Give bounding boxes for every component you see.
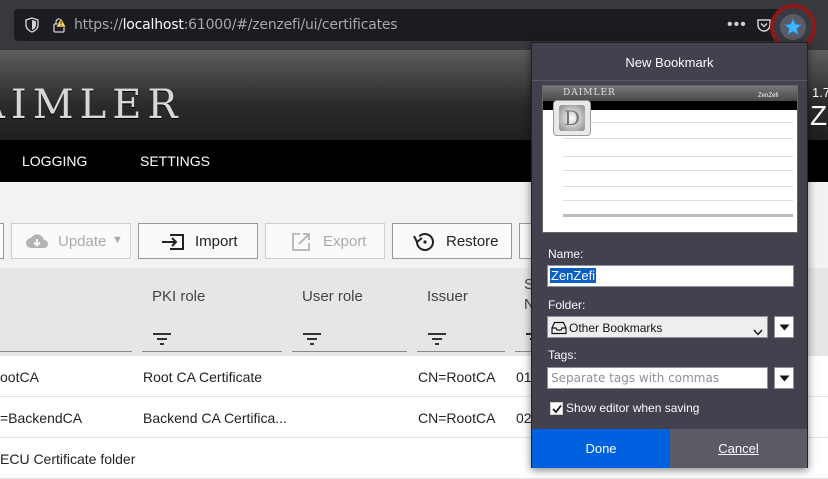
url-bar[interactable]: https://localhost:61000/#/zenzefi/ui/cer… bbox=[14, 9, 808, 41]
cell-subject: ECU Certificate folder bbox=[0, 451, 136, 467]
filter-subject[interactable] bbox=[0, 324, 132, 352]
preview-favicon: D bbox=[553, 100, 591, 136]
filter-pki-role[interactable] bbox=[142, 324, 282, 352]
cell-subject: =BackendCA bbox=[0, 410, 83, 426]
toolbar-button-partial[interactable] bbox=[0, 223, 4, 259]
cancel-button-label: Cancel bbox=[718, 441, 759, 456]
tags-input-wrapper bbox=[547, 367, 768, 389]
cloud-download-icon bbox=[25, 232, 49, 254]
insecure-lock-icon[interactable] bbox=[51, 17, 67, 33]
column-header-pki-role[interactable]: PKI role bbox=[152, 288, 205, 305]
url-host: localhost bbox=[122, 17, 184, 33]
cell-pki-role: Root CA Certificate bbox=[143, 369, 263, 385]
favicon-letter: D bbox=[559, 105, 585, 131]
preview-line bbox=[563, 200, 793, 201]
folder-select[interactable]: Other Bookmarks bbox=[547, 316, 768, 338]
chevron-down-icon bbox=[753, 323, 763, 341]
app-version: 1.7 bbox=[812, 85, 828, 100]
done-button[interactable]: Done bbox=[532, 429, 670, 468]
url-path: :61000/#/zenzefi/ui/certificates bbox=[183, 17, 398, 33]
cell-pki-role: Backend CA Certifica... bbox=[143, 410, 287, 426]
checkmark-icon bbox=[552, 404, 562, 414]
update-button[interactable]: Update ▼ bbox=[11, 223, 131, 259]
column-header-user-role[interactable]: User role bbox=[302, 288, 363, 305]
preview-brand: DAIMLER bbox=[563, 88, 616, 98]
new-bookmark-panel: New Bookmark DAIMLER ZenZefi D Name: Zen… bbox=[531, 42, 808, 468]
column-header-issuer[interactable]: Issuer bbox=[427, 288, 468, 305]
preview-title: ZenZefi bbox=[758, 93, 779, 99]
cancel-button[interactable]: Cancel bbox=[670, 429, 807, 468]
bookmark-star-button[interactable] bbox=[780, 14, 806, 40]
filter-icon bbox=[428, 333, 446, 345]
cell-subject: ootCA bbox=[0, 369, 39, 385]
panel-divider bbox=[532, 80, 807, 81]
page-actions-menu-icon[interactable]: ••• bbox=[727, 16, 747, 34]
preview-line bbox=[563, 138, 793, 139]
cell-serial: 01 bbox=[516, 369, 532, 385]
page-preview-thumbnail: DAIMLER ZenZefi D bbox=[542, 85, 798, 233]
url-scheme: https:// bbox=[74, 17, 123, 33]
import-button-label: Import bbox=[195, 233, 238, 250]
preview-line bbox=[563, 122, 793, 123]
expand-arrow-icon bbox=[779, 324, 790, 331]
expand-arrow-icon bbox=[779, 375, 790, 382]
filter-icon bbox=[303, 333, 321, 345]
folder-select-value: Other Bookmarks bbox=[569, 321, 663, 335]
filter-user-role[interactable] bbox=[292, 324, 407, 352]
dropdown-caret-icon: ▼ bbox=[112, 234, 123, 246]
show-editor-checkbox[interactable] bbox=[550, 402, 563, 415]
name-label: Name: bbox=[548, 247, 584, 261]
nav-logging[interactable]: LOGGING bbox=[22, 153, 87, 169]
expand-tags-button[interactable] bbox=[774, 367, 794, 389]
restore-button[interactable]: Restore bbox=[392, 223, 512, 259]
folder-tray-icon bbox=[551, 321, 567, 340]
shield-icon[interactable] bbox=[24, 17, 40, 33]
star-icon bbox=[784, 18, 802, 36]
bookmark-name-value: ZenZefi bbox=[550, 268, 597, 283]
preview-line bbox=[563, 156, 793, 157]
export-button-label: Export bbox=[323, 233, 367, 250]
preview-scrollbar bbox=[563, 214, 793, 217]
bookmark-name-input[interactable]: ZenZefi bbox=[547, 265, 794, 287]
update-button-label: Update bbox=[58, 233, 107, 250]
url-text[interactable]: https://localhost:61000/#/zenzefi/ui/cer… bbox=[74, 17, 398, 33]
preview-line bbox=[563, 170, 793, 171]
tags-label: Tags: bbox=[548, 348, 577, 362]
app-title: ZN bbox=[810, 100, 828, 131]
export-icon bbox=[291, 232, 311, 256]
import-icon bbox=[161, 233, 185, 255]
export-button[interactable]: Export bbox=[265, 223, 385, 259]
cell-serial: 02 bbox=[516, 410, 532, 426]
restore-icon bbox=[413, 232, 435, 256]
filter-icon bbox=[153, 333, 171, 345]
cell-issuer: CN=RootCA bbox=[418, 410, 496, 426]
restore-button-label: Restore bbox=[446, 233, 499, 250]
nav-settings[interactable]: SETTINGS bbox=[140, 153, 210, 169]
cell-issuer: CN=RootCA bbox=[418, 369, 496, 385]
filter-issuer[interactable] bbox=[417, 324, 505, 352]
show-editor-label[interactable]: Show editor when saving bbox=[566, 401, 699, 415]
panel-title: New Bookmark bbox=[625, 55, 714, 70]
preview-line bbox=[563, 186, 793, 187]
expand-folder-tree-button[interactable] bbox=[774, 316, 794, 338]
folder-label: Folder: bbox=[548, 298, 586, 312]
brand-logo: AIMLER bbox=[0, 82, 184, 128]
tags-input[interactable] bbox=[548, 368, 767, 388]
import-button[interactable]: Import bbox=[138, 223, 258, 259]
